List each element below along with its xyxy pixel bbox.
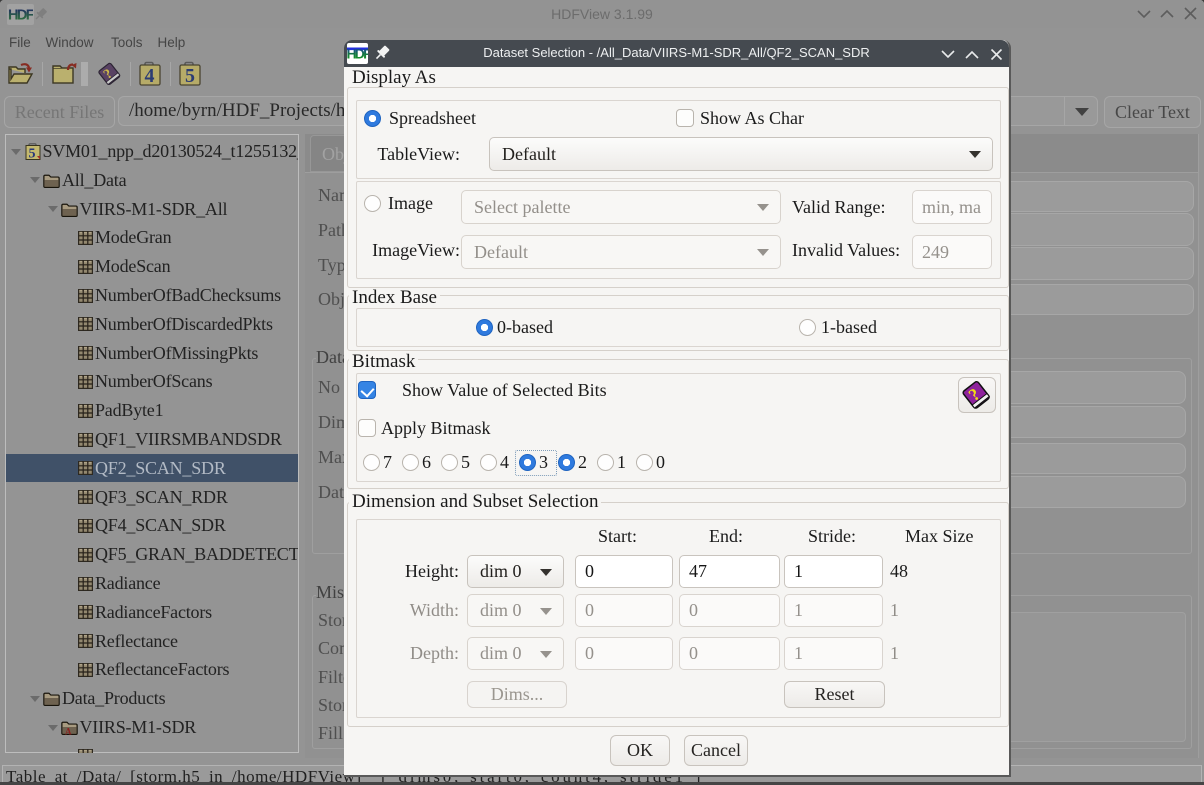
svg-text:A: A [65,727,72,736]
svg-text:4: 4 [145,65,155,86]
svg-text:5: 5 [28,147,35,161]
svg-text:5: 5 [185,65,195,86]
